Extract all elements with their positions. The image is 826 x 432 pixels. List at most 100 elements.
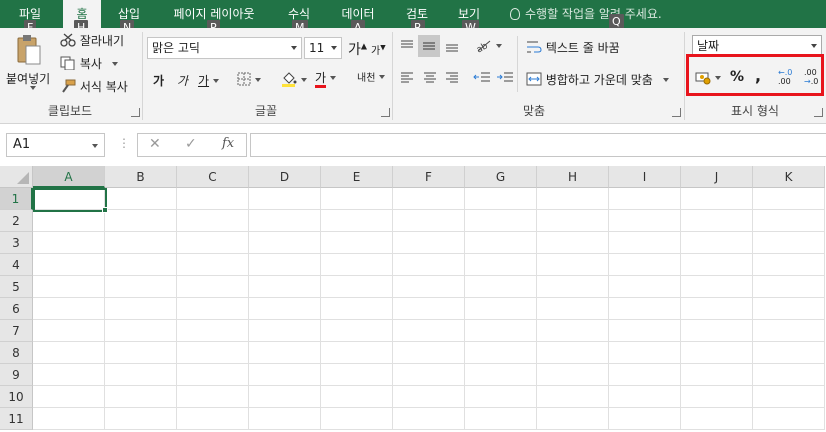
align-middle-button[interactable] (418, 35, 440, 57)
format-painter-button[interactable]: 서식 복사 (60, 78, 128, 95)
align-center-icon[interactable] (422, 71, 438, 85)
cell[interactable] (681, 320, 753, 342)
column-header[interactable]: A (33, 166, 105, 188)
cell[interactable] (753, 320, 825, 342)
cell[interactable] (33, 210, 105, 232)
cell[interactable] (753, 364, 825, 386)
enter-icon[interactable]: ✓ (185, 136, 197, 152)
cell[interactable] (393, 408, 465, 430)
cell[interactable] (609, 210, 681, 232)
font-size-dropdown[interactable]: 11 (304, 37, 342, 59)
cell[interactable] (753, 254, 825, 276)
underline-button[interactable]: 가 (198, 72, 220, 89)
cell[interactable] (537, 386, 609, 408)
cell[interactable] (33, 408, 105, 430)
paste-button[interactable]: 붙여넣기 (6, 32, 54, 94)
dialog-launcher-icon[interactable] (672, 108, 681, 117)
cell[interactable] (105, 386, 177, 408)
cell[interactable] (249, 210, 321, 232)
cell[interactable] (177, 254, 249, 276)
cell[interactable] (33, 364, 105, 386)
cancel-icon[interactable]: ✕ (149, 136, 161, 152)
name-box[interactable]: A1 (6, 133, 105, 157)
cell[interactable] (321, 298, 393, 320)
cell[interactable] (609, 188, 681, 210)
cell[interactable] (33, 254, 105, 276)
cell[interactable] (465, 342, 537, 364)
select-all-button[interactable] (0, 166, 33, 188)
cell[interactable] (537, 188, 609, 210)
cell[interactable] (177, 364, 249, 386)
cell[interactable] (105, 254, 177, 276)
dialog-launcher-icon[interactable] (381, 108, 390, 117)
cell[interactable] (321, 386, 393, 408)
cell[interactable] (105, 232, 177, 254)
cell[interactable] (105, 298, 177, 320)
cell[interactable] (753, 386, 825, 408)
column-header[interactable]: E (321, 166, 393, 188)
merge-center-button[interactable]: 병합하고 가운데 맞춤 (526, 71, 669, 88)
cell[interactable] (177, 276, 249, 298)
align-top-icon[interactable] (399, 39, 415, 53)
column-header[interactable]: C (177, 166, 249, 188)
cell[interactable] (321, 276, 393, 298)
cell[interactable] (753, 232, 825, 254)
cell[interactable] (609, 364, 681, 386)
cell[interactable] (393, 188, 465, 210)
cell[interactable] (249, 232, 321, 254)
cell[interactable] (537, 254, 609, 276)
cell[interactable] (681, 298, 753, 320)
cell[interactable] (753, 210, 825, 232)
cell[interactable] (321, 408, 393, 430)
cell[interactable] (609, 342, 681, 364)
cell[interactable] (177, 232, 249, 254)
bold-button[interactable]: 가 (153, 72, 164, 89)
borders-button[interactable] (237, 72, 261, 87)
cell[interactable] (33, 276, 105, 298)
cell[interactable] (105, 188, 177, 210)
cell[interactable] (753, 276, 825, 298)
cell[interactable] (681, 254, 753, 276)
cell[interactable] (105, 342, 177, 364)
cell[interactable] (177, 408, 249, 430)
cell[interactable] (33, 298, 105, 320)
cell[interactable] (33, 386, 105, 408)
cell[interactable] (537, 320, 609, 342)
cell[interactable] (33, 320, 105, 342)
copy-button[interactable]: 복사 (60, 55, 118, 72)
cell[interactable] (681, 232, 753, 254)
cut-button[interactable]: 잘라내기 (60, 32, 124, 49)
cell[interactable] (609, 298, 681, 320)
cell[interactable] (105, 364, 177, 386)
column-header[interactable]: H (537, 166, 609, 188)
column-header[interactable]: D (249, 166, 321, 188)
cell[interactable] (681, 342, 753, 364)
cell[interactable] (393, 232, 465, 254)
cell[interactable] (681, 408, 753, 430)
phonetic-button[interactable]: 내천 (357, 69, 386, 84)
cell[interactable] (177, 386, 249, 408)
cell[interactable] (393, 342, 465, 364)
active-cell-outline[interactable] (33, 188, 107, 212)
cell[interactable] (249, 188, 321, 210)
align-bottom-icon[interactable] (444, 39, 460, 53)
cell[interactable] (465, 364, 537, 386)
cell[interactable] (537, 276, 609, 298)
font-color-button[interactable]: 가 (315, 71, 337, 88)
cell[interactable] (105, 320, 177, 342)
cell[interactable] (537, 298, 609, 320)
grow-font-button[interactable]: 가▲ (348, 39, 367, 59)
align-right-icon[interactable] (444, 71, 460, 85)
cell[interactable] (393, 254, 465, 276)
row-header[interactable]: 5 (0, 276, 33, 298)
row-header[interactable]: 11 (0, 408, 33, 430)
dialog-launcher-icon[interactable] (131, 108, 140, 117)
italic-button[interactable]: 가 (177, 72, 188, 89)
cell[interactable] (393, 276, 465, 298)
cell[interactable] (321, 342, 393, 364)
cell[interactable] (393, 386, 465, 408)
row-header[interactable]: 4 (0, 254, 33, 276)
cell[interactable] (105, 276, 177, 298)
increase-indent-icon[interactable] (496, 71, 514, 85)
row-header[interactable]: 1 (0, 188, 33, 210)
